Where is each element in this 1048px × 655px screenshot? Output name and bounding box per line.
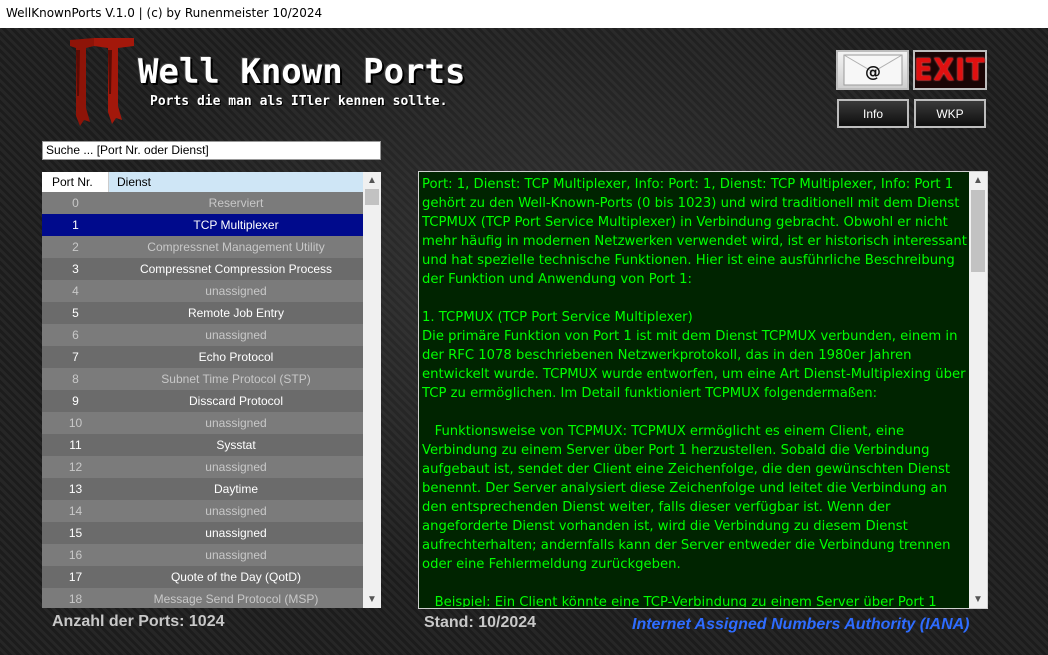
service-name-cell: unassigned (205, 460, 267, 474)
column-header-service[interactable]: Dienst (109, 172, 363, 192)
port-number-cell: 15 (68, 526, 83, 540)
table-row[interactable]: 17 Quote of the Day (QotD) (42, 566, 363, 588)
service-name-cell: unassigned (205, 416, 267, 430)
port-number-cell: 16 (68, 548, 83, 562)
service-name-cell: unassigned (205, 284, 267, 298)
port-number-cell: 8 (72, 372, 79, 386)
table-row[interactable]: 14 unassigned (42, 500, 363, 522)
info-label: Info (862, 106, 883, 121)
port-number-cell: 10 (68, 416, 83, 430)
port-number-cell: 4 (72, 284, 79, 298)
window-title-bar: WellKnownPorts V.1.0 | (c) by Runenmeist… (0, 0, 1048, 28)
wkp-button[interactable]: WKP (914, 99, 986, 128)
port-number-cell: 5 (72, 306, 79, 320)
scroll-thumb[interactable] (365, 189, 379, 205)
port-number-cell: 6 (72, 328, 79, 342)
logo-subtitle: Ports die man als ITler kennen sollte. (150, 94, 448, 109)
table-row[interactable]: 11 Sysstat (42, 434, 363, 456)
window-title: WellKnownPorts V.1.0 | (c) by Runenmeist… (6, 6, 323, 20)
service-name-cell: Subnet Time Protocol (STP) (161, 372, 311, 386)
port-number-cell: 17 (68, 570, 83, 584)
envelope-icon: @ (843, 54, 902, 86)
exit-label: EXIT (914, 52, 986, 88)
iana-link[interactable]: Internet Assigned Numbers Authority (IAN… (632, 616, 970, 634)
list-scrollbar[interactable]: ▲ ▼ (363, 172, 381, 608)
mail-button[interactable]: @ (836, 50, 909, 90)
service-name-cell: unassigned (205, 328, 267, 342)
service-name-cell: Compressnet Management Utility (147, 240, 325, 254)
table-row[interactable]: 8 Subnet Time Protocol (STP) (42, 368, 363, 390)
info-text: Port: 1, Dienst: TCP Multiplexer, Info: … (422, 177, 967, 607)
port-number-cell: 9 (72, 394, 79, 408)
port-number-cell: 7 (72, 350, 79, 364)
service-name-cell: Reserviert (208, 196, 264, 210)
table-row[interactable]: 4 unassigned (42, 280, 363, 302)
search-input[interactable]: Suche ... [Port Nr. oder Dienst] (42, 141, 381, 160)
service-name-cell: Compressnet Compression Process (139, 262, 333, 276)
data-date: Stand: 10/2024 (424, 614, 537, 631)
scroll-up-icon[interactable]: ▲ (969, 172, 987, 189)
port-number-cell: 0 (72, 196, 79, 210)
port-number-cell: 12 (68, 460, 83, 474)
table-row[interactable]: 10 unassigned (42, 412, 363, 434)
scroll-down-icon[interactable]: ▼ (969, 591, 987, 608)
table-row[interactable]: 9 Disscard Protocol (42, 390, 363, 412)
scroll-down-icon[interactable]: ▼ (363, 591, 381, 608)
info-button[interactable]: Info (837, 99, 909, 128)
table-row[interactable]: 16 unassigned (42, 544, 363, 566)
port-number-cell: 11 (69, 438, 82, 452)
port-number-cell: 13 (68, 482, 83, 496)
table-row[interactable]: 2 Compressnet Management Utility (42, 236, 363, 258)
table-row[interactable]: 7 Echo Protocol (42, 346, 363, 368)
scroll-up-icon[interactable]: ▲ (363, 172, 381, 189)
port-number-cell: 18 (68, 592, 83, 606)
table-row[interactable]: 18 Message Send Protocol (MSP) (42, 588, 363, 608)
table-row[interactable]: 6 unassigned (42, 324, 363, 346)
port-number-cell: 3 (72, 262, 79, 276)
wkp-label: WKP (936, 106, 964, 121)
logo-title: Well Known Ports (138, 52, 466, 92)
table-row[interactable]: 3 Compressnet Compression Process (42, 258, 363, 280)
table-row[interactable]: 12 unassigned (42, 456, 363, 478)
service-name-cell: unassigned (205, 504, 267, 518)
service-name-cell: Sysstat (216, 438, 256, 452)
service-name-cell: unassigned (205, 548, 267, 562)
service-name-cell: Message Send Protocol (MSP) (153, 592, 319, 606)
service-name-cell: Echo Protocol (198, 350, 274, 364)
scroll-thumb[interactable] (971, 190, 985, 272)
port-number-cell: 14 (68, 504, 83, 518)
service-name-cell: Quote of the Day (QotD) (170, 570, 302, 584)
app-window: Well Known Ports Ports die man als ITler… (0, 28, 1048, 655)
table-row[interactable]: 15 unassigned (42, 522, 363, 544)
table-row[interactable]: 0 Reserviert (42, 192, 363, 214)
exit-button[interactable]: EXIT (913, 50, 987, 90)
service-name-cell: unassigned (205, 526, 267, 540)
port-count: Anzahl der Ports: 1024 (52, 613, 225, 630)
logo-it-mark (70, 38, 134, 126)
port-number-cell: 2 (72, 240, 79, 254)
service-name-cell: Daytime (213, 482, 258, 496)
table-row[interactable]: 1 TCP Multiplexer (42, 214, 363, 236)
column-header-port[interactable]: Port Nr. (42, 172, 109, 192)
list-rows: 0 Reserviert 1 TCP Multiplexer 2 Compressnet … (42, 192, 363, 608)
table-row[interactable]: 13 Daytime (42, 478, 363, 500)
port-number-cell: 1 (72, 218, 79, 232)
service-name-cell: TCP Multiplexer (193, 218, 279, 232)
list-header: Port Nr. Dienst (42, 172, 363, 192)
table-row[interactable]: 5 Remote Job Entry (42, 302, 363, 324)
mail-at-label: @ (865, 62, 881, 81)
info-panel[interactable]: Port: 1, Dienst: TCP Multiplexer, Info: … (418, 171, 988, 609)
info-scrollbar[interactable]: ▲ ▼ (969, 172, 987, 608)
port-list[interactable]: Port Nr. Dienst 0 Reserviert 1 TCP Multiple… (42, 172, 381, 608)
service-name-cell: Remote Job Entry (187, 306, 285, 320)
service-name-cell: Disscard Protocol (188, 394, 284, 408)
